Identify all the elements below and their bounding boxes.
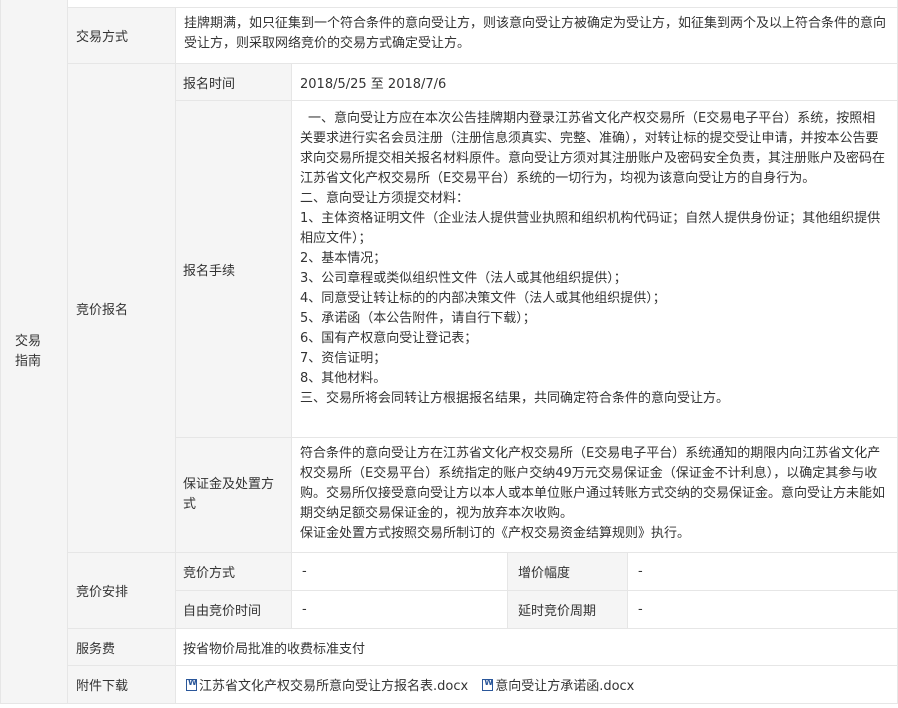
bidding-arrangement-label-cell: 竞价安排 bbox=[68, 553, 176, 629]
increment-label: 增价幅度 bbox=[518, 566, 571, 581]
bid-method-label: 竞价方式 bbox=[183, 566, 236, 581]
word-doc-icon bbox=[482, 678, 494, 691]
reg-time-label: 报名时间 bbox=[183, 76, 236, 92]
service-fee-label: 服务费 bbox=[76, 641, 116, 657]
deposit-label: 保证金及处置方式 bbox=[183, 477, 275, 512]
trade-method-label-cell: 交易方式 bbox=[68, 8, 176, 64]
procedure-para: 4、同意受让转让标的的内部决策文件（法人或其他组织提供）； bbox=[300, 291, 666, 306]
procedure-para: 5、承诺函（本公告附件，请自行下载）； bbox=[300, 311, 536, 326]
service-fee-label-cell: 服务费 bbox=[68, 629, 176, 666]
attachment-filename[interactable]: 意向受让方承诺函.docx bbox=[495, 675, 634, 694]
service-fee-value-cell: 按省物价局批准的收费标准支付 bbox=[176, 629, 898, 666]
prev-row-fragment bbox=[68, 0, 898, 8]
free-time-value: - bbox=[302, 602, 307, 617]
procedure-label: 报名手续 bbox=[183, 263, 236, 279]
section-label-cell: 交易指南 bbox=[0, 0, 68, 704]
bid-method-label-cell: 竞价方式 bbox=[176, 553, 292, 591]
procedure-para: 2、基本情况； bbox=[300, 251, 387, 266]
delay-label: 延时竞价周期 bbox=[518, 604, 597, 619]
procedure-value-cell: 一、意向受让方应在本次公告挂牌期内登录江苏省文化产权交易所（E交易电子平台）系统… bbox=[292, 101, 898, 438]
procedure-label-cell: 报名手续 bbox=[176, 101, 292, 438]
free-time-value-cell: - bbox=[292, 591, 508, 629]
bidding-registration-label-cell: 竞价报名 bbox=[68, 64, 176, 553]
deposit-value-cell: 符合条件的意向受让方在江苏省文化产权交易所（E交易电子平台）系统通知的期限内向江… bbox=[292, 438, 898, 553]
attachments-label-cell: 附件下载 bbox=[68, 666, 176, 704]
trade-guide-table: 交易指南 交易方式 挂牌期满，如只征集到一个符合条件的意向受让方，则该意向受让方… bbox=[0, 0, 898, 708]
attachment-link[interactable]: 江苏省文化产权交易所意向受让方报名表.docx bbox=[186, 675, 468, 694]
deposit-para: 保证金处置方式按照交易所制订的《产权交易资金结算规则》执行。 bbox=[300, 526, 691, 541]
procedure-para: 3、公司章程或类似组织性文件（法人或其他组织提供）； bbox=[300, 271, 627, 286]
increment-value-cell: - bbox=[628, 553, 898, 591]
section-label: 交易指南 bbox=[15, 333, 42, 369]
procedure-para: 6、国有产权意向受让登记表； bbox=[300, 331, 478, 346]
deposit-para: 符合条件的意向受让方在江苏省文化产权交易所（E交易电子平台）系统通知的期限内向江… bbox=[300, 446, 886, 521]
bid-method-value-cell: - bbox=[292, 553, 508, 591]
bid-method-value: - bbox=[302, 564, 307, 579]
delay-value: - bbox=[638, 602, 643, 617]
procedure-para: 8、其他材料。 bbox=[300, 371, 387, 386]
procedure-para: 一、意向受让方应在本次公告挂牌期内登录江苏省文化产权交易所（E交易电子平台）系统… bbox=[300, 111, 886, 186]
service-fee-value: 按省物价局批准的收费标准支付 bbox=[183, 641, 366, 657]
attachments-value-cell: 江苏省文化产权交易所意向受让方报名表.docx 意向受让方承诺函.docx bbox=[176, 666, 898, 704]
trade-method-value-cell: 挂牌期满，如只征集到一个符合条件的意向受让方，则该意向受让方被确定为受让方，如征… bbox=[176, 8, 898, 64]
bidding-arrangement-label: 竞价安排 bbox=[76, 585, 129, 600]
trade-method-text: 挂牌期满，如只征集到一个符合条件的意向受让方，则该意向受让方被确定为受让方，如征… bbox=[184, 16, 887, 51]
reg-time-value-cell: 2018/5/25 至 2018/7/6 bbox=[292, 64, 898, 101]
bidding-registration-label: 竞价报名 bbox=[76, 302, 129, 318]
free-time-label-cell: 自由竞价时间 bbox=[176, 591, 292, 629]
free-time-label: 自由竞价时间 bbox=[183, 604, 262, 619]
attachment-link[interactable]: 意向受让方承诺函.docx bbox=[482, 675, 634, 694]
procedure-para: 1、主体资格证明文件（企业法人提供营业执照和组织机构代码证；自然人提供身份证；其… bbox=[300, 211, 881, 246]
increment-value: - bbox=[638, 564, 643, 579]
deposit-label-cell: 保证金及处置方式 bbox=[176, 438, 292, 553]
attachment-filename[interactable]: 江苏省文化产权交易所意向受让方报名表.docx bbox=[199, 675, 468, 694]
attachments-label: 附件下载 bbox=[76, 679, 129, 694]
reg-time-value: 2018/5/25 至 2018/7/6 bbox=[300, 76, 447, 92]
increment-label-cell: 增价幅度 bbox=[508, 553, 628, 591]
procedure-para: 三、交易所将会同转让方根据报名结果，共同确定符合条件的意向受让方。 bbox=[300, 391, 730, 406]
delay-value-cell: - bbox=[628, 591, 898, 629]
reg-time-label-cell: 报名时间 bbox=[176, 64, 292, 101]
procedure-para: 7、资信证明； bbox=[300, 351, 387, 366]
procedure-para: 二、意向受让方须提交材料： bbox=[300, 191, 470, 206]
word-doc-icon bbox=[186, 678, 197, 691]
delay-label-cell: 延时竞价周期 bbox=[508, 591, 628, 629]
trade-method-label: 交易方式 bbox=[76, 30, 129, 45]
